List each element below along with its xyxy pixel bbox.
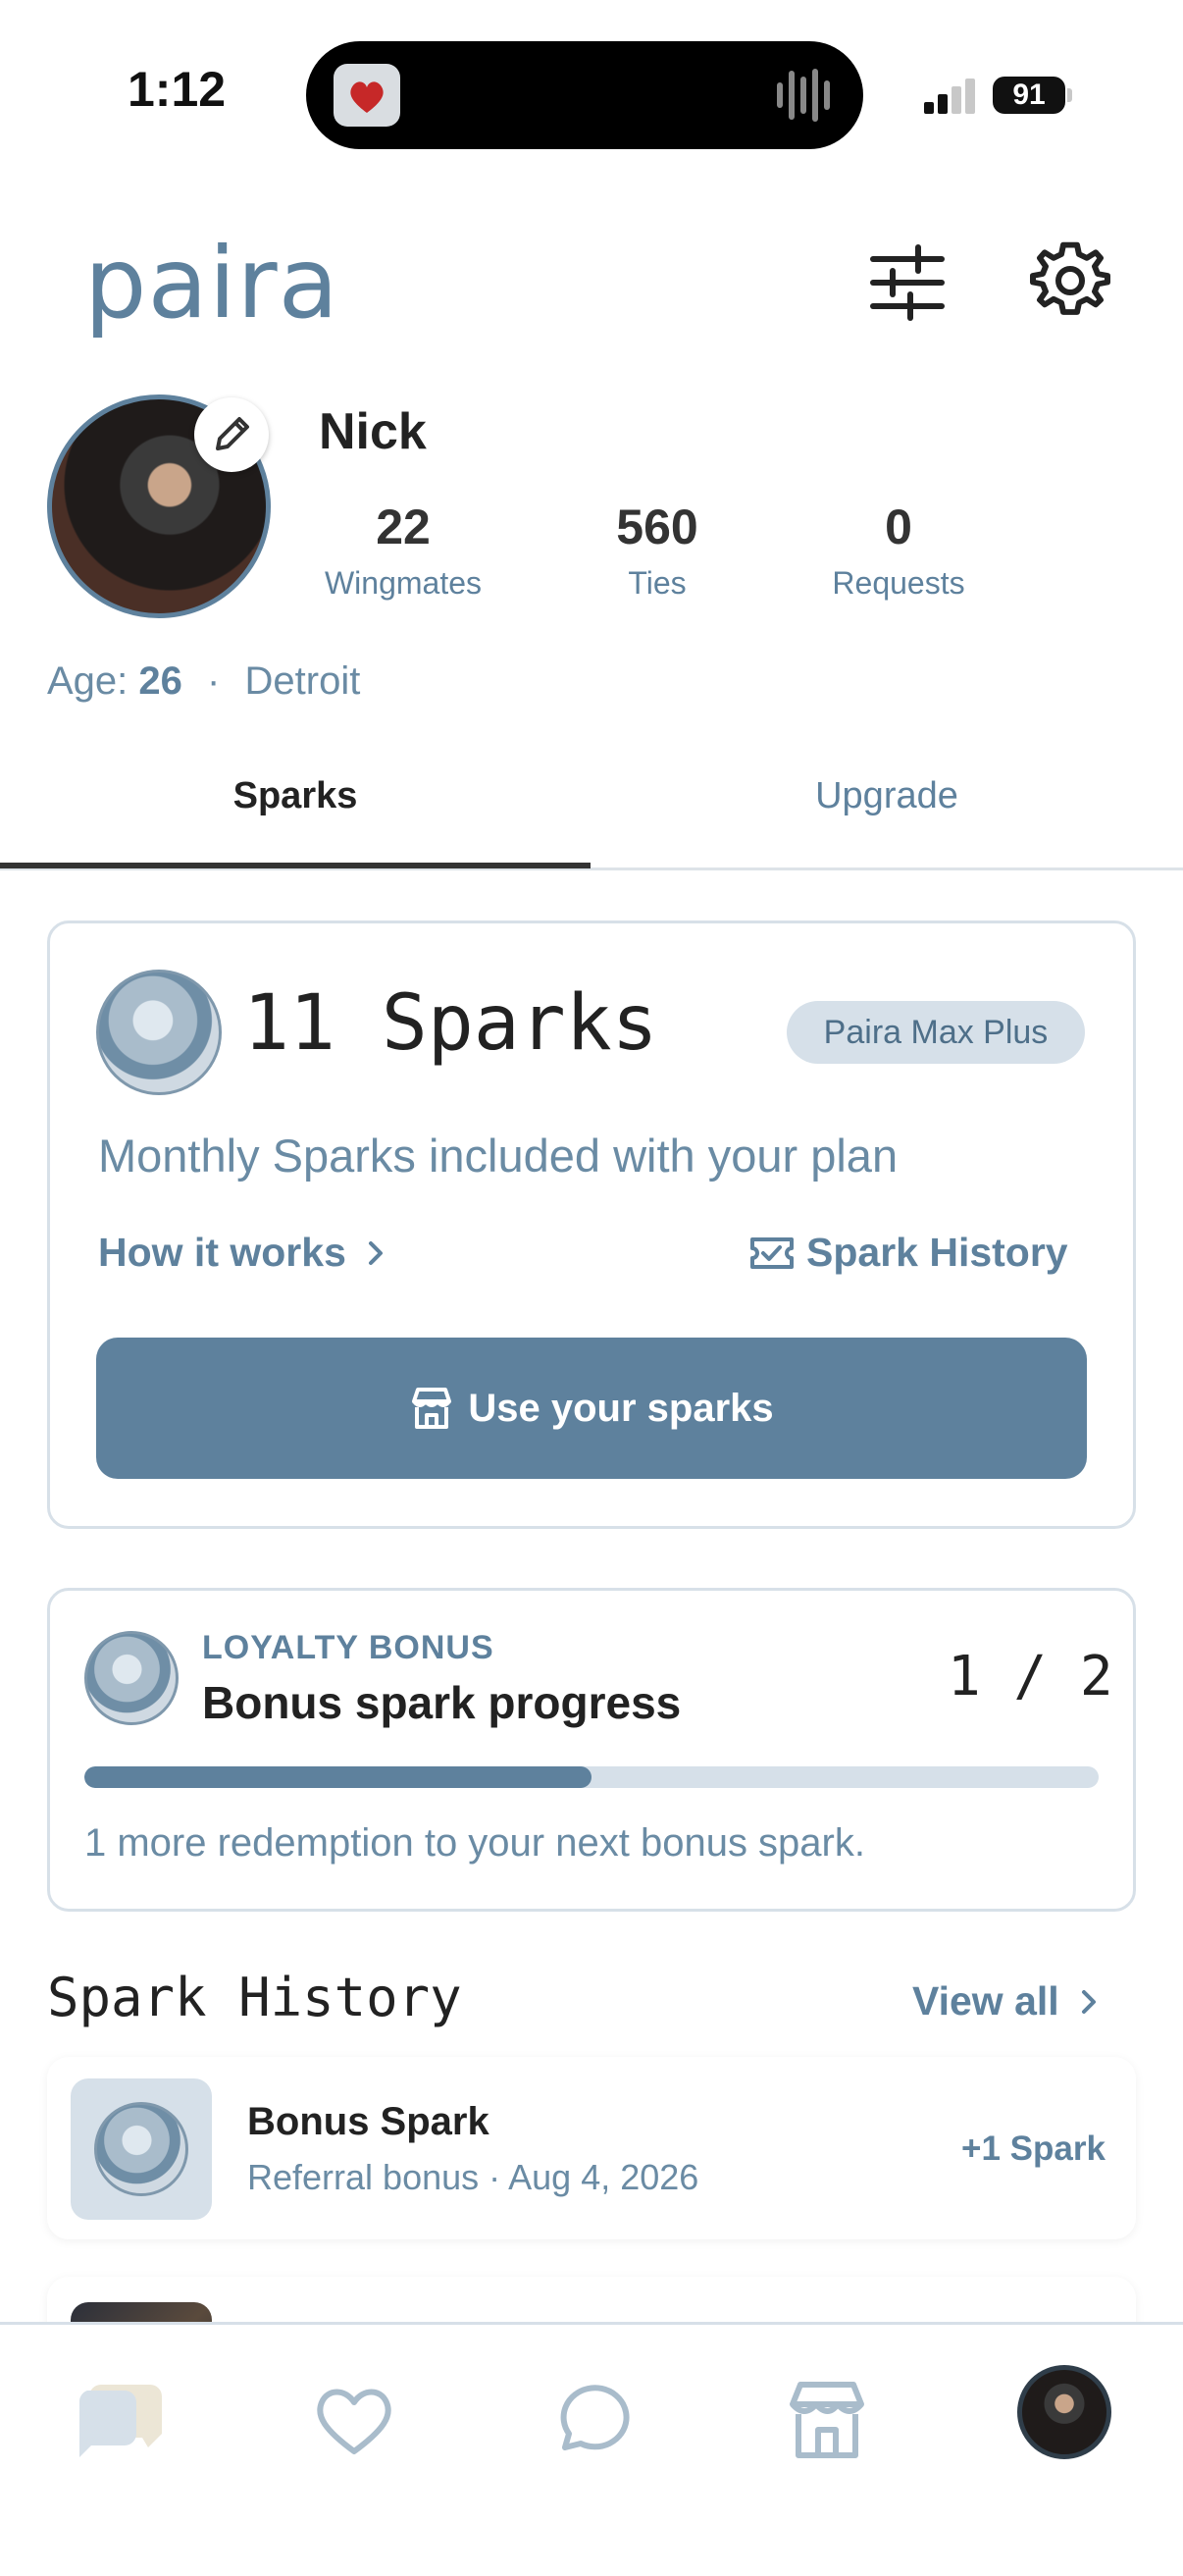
stat-ties-label: Ties <box>628 565 687 601</box>
city: Detroit <box>244 659 361 703</box>
loyalty-progress-fraction: 1 / 2 <box>948 1645 1113 1709</box>
edit-avatar-button[interactable] <box>194 397 269 472</box>
audio-wave-icon <box>775 65 834 126</box>
island-app-icon <box>334 64 400 127</box>
nav-chat[interactable] <box>536 2365 643 2473</box>
history-item-title: Bonus Spark <box>247 2100 489 2143</box>
nav-profile-avatar[interactable] <box>1017 2365 1111 2459</box>
heart-icon <box>317 2389 391 2454</box>
ticket-check-icon <box>750 1236 794 1269</box>
nav-pairs[interactable] <box>64 2365 172 2473</box>
plan-badge: Paira Max Plus <box>787 1001 1085 1064</box>
stat-requests-value: 0 <box>885 499 912 554</box>
loyalty-progress-bar <box>84 1766 1099 1788</box>
sparks-count: 11 Sparks <box>243 979 658 1068</box>
spark-history-label: Spark History <box>806 1230 1068 1275</box>
history-item-subtitle: Referral bonus · Aug 4, 2026 <box>247 2157 699 2197</box>
stat-wingmates-label: Wingmates <box>324 565 483 601</box>
spark-coin-icon <box>96 970 222 1095</box>
stat-requests-label: Requests <box>832 565 965 601</box>
status-time: 1:12 <box>128 62 227 117</box>
nav-likes[interactable] <box>300 2365 408 2473</box>
gear-icon <box>1030 241 1110 315</box>
spark-history-link[interactable]: Spark History <box>749 1230 1068 1276</box>
view-all-label: View all <box>912 1978 1059 2024</box>
stat-ties-value: 560 <box>616 499 698 554</box>
use-sparks-label: Use your sparks <box>468 1386 774 1430</box>
app-logo: paira <box>84 226 339 341</box>
age-label: Age: <box>47 659 129 703</box>
pencil-icon <box>216 417 249 450</box>
profile-name: Nick <box>319 403 427 460</box>
history-section-title: Spark History <box>47 1967 462 2028</box>
signal-icon <box>924 77 979 114</box>
use-sparks-button[interactable]: Use your sparks <box>96 1338 1087 1479</box>
view-all-link[interactable]: View all <box>912 1978 1106 2024</box>
spark-coin-icon <box>84 1631 179 1725</box>
age-value: 26 <box>138 659 182 703</box>
loyalty-note: 1 more redemption to your next bonus spa… <box>84 1821 865 1865</box>
active-tab-indicator <box>0 863 591 868</box>
how-it-works-label: How it works <box>98 1230 346 1275</box>
separator-dot: · <box>207 659 221 703</box>
stat-wingmates-value: 22 <box>376 499 431 554</box>
how-it-works-link[interactable]: How it works <box>98 1230 393 1276</box>
settings-button[interactable] <box>1026 241 1114 320</box>
battery-tip <box>1067 88 1072 102</box>
tab-sparks[interactable]: Sparks <box>0 775 591 817</box>
filters-button[interactable] <box>863 243 952 322</box>
store-icon <box>790 2382 864 2458</box>
nav-store[interactable] <box>773 2365 881 2473</box>
pairs-icon <box>78 2385 162 2457</box>
history-item-amount: +1 Spark <box>961 2129 1106 2168</box>
tab-upgrade[interactable]: Upgrade <box>591 775 1183 817</box>
store-icon <box>412 1388 452 1429</box>
age-location: Age: 26 · Detroit <box>47 659 360 704</box>
chevron-right-icon <box>368 1240 383 1265</box>
sparks-description: Monthly Sparks included with your plan <box>98 1130 899 1182</box>
loyalty-progress-fill <box>84 1766 592 1788</box>
chevron-right-icon <box>1081 1989 1096 2014</box>
loyalty-eyebrow: LOYALTY BONUS <box>202 1629 494 1666</box>
chat-icon <box>560 2385 630 2450</box>
spark-coin-icon <box>94 2102 188 2196</box>
sliders-icon <box>870 244 945 321</box>
loyalty-title: Bonus spark progress <box>202 1677 682 1728</box>
battery-indicator: 91 <box>993 77 1065 114</box>
